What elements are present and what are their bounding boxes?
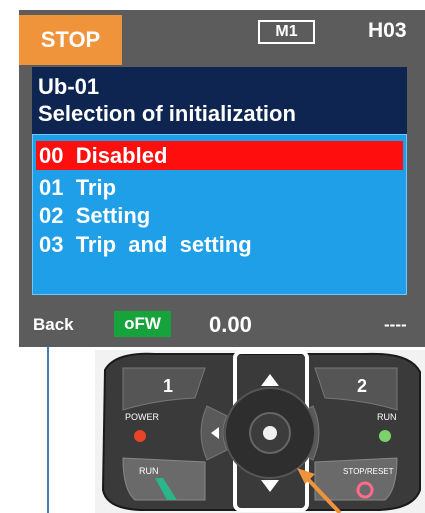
key-2-label: 2 (357, 376, 367, 396)
right-softkey-label: ---- (384, 315, 407, 334)
output-value: 0.00 (209, 312, 252, 337)
power-led (134, 430, 146, 442)
stop-reset-key[interactable]: STOP/RESET (314, 457, 398, 501)
enter-key-dot (263, 426, 277, 440)
parameter-id: Ub-01 (38, 74, 100, 99)
parameter-header: Ub-01 Selection of initialization (32, 67, 407, 134)
key-1-label: 1 (163, 376, 173, 396)
pointer-line (47, 347, 49, 513)
run-led-label: RUN (377, 412, 397, 422)
power-label: POWER (125, 412, 160, 422)
back-softkey-label[interactable]: Back (33, 315, 74, 335)
run-key[interactable]: RUN (122, 457, 206, 501)
run-led (379, 430, 391, 442)
monitor-mode-badge: M1 (258, 20, 315, 44)
option-item-setting[interactable]: 02 Setting (36, 201, 150, 230)
left-arrow-key[interactable] (200, 405, 228, 461)
ofw-badge: oFW (114, 311, 171, 337)
run-key-label: RUN (139, 466, 159, 476)
option-item-trip-and-setting[interactable]: 03 Trip and setting (36, 230, 252, 259)
parameter-code: H03 (368, 19, 407, 42)
lcd-screen: STOP M1 H03 Ub-01 Selection of initializ… (19, 10, 425, 347)
keypad-panel: 1 2 POWER RUN RUN STOP/RESET (95, 350, 425, 513)
option-list: 00 Disabled 01 Trip 02 Setting 03 Trip a… (32, 134, 407, 295)
stop-reset-label: STOP/RESET (343, 467, 394, 476)
status-stop-badge: STOP (19, 15, 122, 65)
option-item-trip[interactable]: 01 Trip (36, 173, 116, 202)
parameter-title: Selection of initialization (38, 101, 296, 126)
option-item-disabled[interactable]: 00 Disabled (36, 141, 403, 170)
